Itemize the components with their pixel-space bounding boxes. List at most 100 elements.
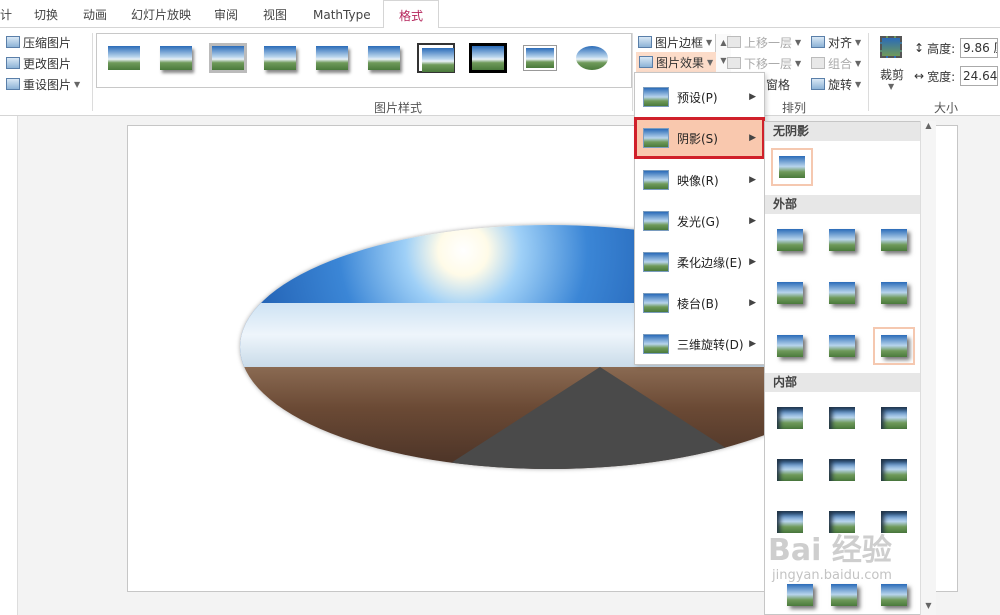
chevron-right-icon: ▶ <box>749 339 756 349</box>
chevron-down-icon: ▼ <box>888 82 895 91</box>
tab-view[interactable]: 视图 <box>263 0 287 28</box>
outer-shadow-6[interactable] <box>881 282 907 304</box>
bring-forward-button[interactable]: 上移一层 ▼ <box>727 32 801 52</box>
height-icon: ↕ <box>914 41 925 55</box>
scroll-up-icon[interactable]: ▲ <box>921 121 936 135</box>
3d-rotation-icon <box>643 334 669 354</box>
outer-shadow-3[interactable] <box>881 229 907 251</box>
menu-item-shadow[interactable]: 阴影(S) ▶ <box>634 117 765 159</box>
crop-button[interactable]: 裁剪 ▼ <box>876 34 910 92</box>
soft-edges-icon <box>643 252 669 272</box>
tab-review[interactable]: 审阅 <box>214 0 238 28</box>
width-label: ↔ 宽度: <box>914 69 956 84</box>
submenu-scrollbar[interactable]: ▲ ▼ <box>920 121 936 615</box>
style-thumb-9[interactable] <box>521 43 559 73</box>
change-picture-icon <box>6 57 20 69</box>
style-thumb-10[interactable] <box>573 43 611 73</box>
picture-styles-group-label: 图片样式 <box>374 101 423 115</box>
chevron-down-icon: ▼ <box>707 57 714 67</box>
style-thumb-8[interactable] <box>469 43 507 73</box>
change-picture-button[interactable]: 更改图片 <box>6 53 71 73</box>
style-thumb-5[interactable] <box>313 43 351 73</box>
menu-item-3d-rotation[interactable]: 三维旋转(D) ▶ <box>635 324 764 364</box>
inner-shadow-6[interactable] <box>881 459 907 481</box>
group-icon <box>811 57 825 69</box>
shadow-icon <box>643 128 669 148</box>
picture-effects-button[interactable]: 图片效果 ▼ <box>636 52 717 72</box>
reflection-icon <box>643 170 669 190</box>
chevron-down-icon: ▼ <box>795 58 802 68</box>
inner-shadow-2[interactable] <box>829 407 855 429</box>
bevel-icon <box>643 293 669 313</box>
align-button[interactable]: 对齐 ▼ <box>811 32 861 52</box>
outer-shadow-header: 外部 <box>765 195 921 214</box>
inner-shadow-header: 内部 <box>765 373 921 392</box>
no-shadow-option[interactable] <box>771 148 813 186</box>
bring-forward-icon <box>727 36 741 48</box>
width-input[interactable]: 24.64 厘 <box>960 66 998 86</box>
perspective-shadow-1[interactable] <box>787 584 813 606</box>
menu-item-glow[interactable]: 发光(G) ▶ <box>635 201 764 241</box>
picture-border-button[interactable]: 图片边框 ▼ <box>638 32 712 52</box>
chevron-down-icon: ▼ <box>795 37 802 47</box>
style-thumb-7[interactable] <box>417 43 455 73</box>
tab-animations[interactable]: 动画 <box>83 0 107 28</box>
glow-icon <box>643 211 669 231</box>
style-thumb-4[interactable] <box>261 43 299 73</box>
inner-shadow-3[interactable] <box>881 407 907 429</box>
chevron-right-icon: ▶ <box>749 175 756 185</box>
ribbon-tab-bar: 计 切换 动画 幻灯片放映 审阅 视图 MathType 格式 <box>0 0 1000 29</box>
outer-shadow-1[interactable] <box>777 229 803 251</box>
crop-icon <box>880 36 902 58</box>
outer-shadow-8[interactable] <box>829 335 855 357</box>
tab-mathtype[interactable]: MathType <box>313 0 371 28</box>
inner-shadow-5[interactable] <box>829 459 855 481</box>
chevron-right-icon: ▶ <box>749 257 756 267</box>
menu-item-preset[interactable]: 预设(P) ▶ <box>635 77 764 117</box>
watermark-url: jingyan.baidu.com <box>772 568 892 583</box>
selection-pane-button[interactable]: 窗格 <box>766 74 790 94</box>
reset-icon <box>6 78 20 90</box>
outer-shadow-5[interactable] <box>829 282 855 304</box>
perspective-shadow-3[interactable] <box>881 584 907 606</box>
chevron-right-icon: ▶ <box>749 216 756 226</box>
style-thumb-6[interactable] <box>365 43 403 73</box>
outer-shadow-2[interactable] <box>829 229 855 251</box>
menu-item-bevel[interactable]: 棱台(B) ▶ <box>635 283 764 323</box>
send-backward-button[interactable]: 下移一层 ▼ <box>727 53 801 73</box>
preset-icon <box>643 87 669 107</box>
menu-item-reflection[interactable]: 映像(R) ▶ <box>635 160 764 200</box>
inner-shadow-4[interactable] <box>777 459 803 481</box>
style-thumb-2[interactable] <box>157 43 195 73</box>
tab-transitions[interactable]: 切换 <box>34 0 58 28</box>
compress-pictures-button[interactable]: 压缩图片 <box>6 32 71 52</box>
inner-shadow-1[interactable] <box>777 407 803 429</box>
outer-shadow-4[interactable] <box>777 282 803 304</box>
outer-shadow-9[interactable] <box>873 327 915 365</box>
style-thumb-3[interactable] <box>209 43 247 73</box>
chevron-right-icon: ▶ <box>749 298 756 308</box>
tab-design[interactable]: 计 <box>0 0 12 28</box>
chevron-down-icon: ▼ <box>855 37 862 47</box>
divider <box>632 33 633 111</box>
divider <box>868 33 869 111</box>
style-thumb-1[interactable] <box>105 43 143 73</box>
perspective-shadow-2[interactable] <box>831 584 857 606</box>
picture-effects-icon <box>639 56 653 68</box>
chevron-down-icon: ▼ <box>706 37 713 47</box>
rotate-button[interactable]: 旋转 ▼ <box>811 74 861 94</box>
height-input[interactable]: 9.86 厘 <box>960 38 998 58</box>
scroll-down-icon[interactable]: ▼ <box>921 601 936 615</box>
group-button[interactable]: 组合 ▼ <box>811 53 861 73</box>
size-group-label: 大小 <box>934 101 959 115</box>
menu-item-soft-edges[interactable]: 柔化边缘(E) ▶ <box>635 242 764 282</box>
tab-format[interactable]: 格式 <box>383 0 439 29</box>
tab-slideshow[interactable]: 幻灯片放映 <box>131 0 191 28</box>
rotate-icon <box>811 78 825 90</box>
no-shadow-header: 无阴影 <box>765 122 921 141</box>
reset-picture-button[interactable]: 重设图片 ▼ <box>6 74 80 94</box>
chevron-down-icon: ▼ <box>855 58 862 68</box>
outer-shadow-7[interactable] <box>777 335 803 357</box>
divider <box>92 33 93 111</box>
watermark-logo: Bai 经验 <box>768 533 892 568</box>
